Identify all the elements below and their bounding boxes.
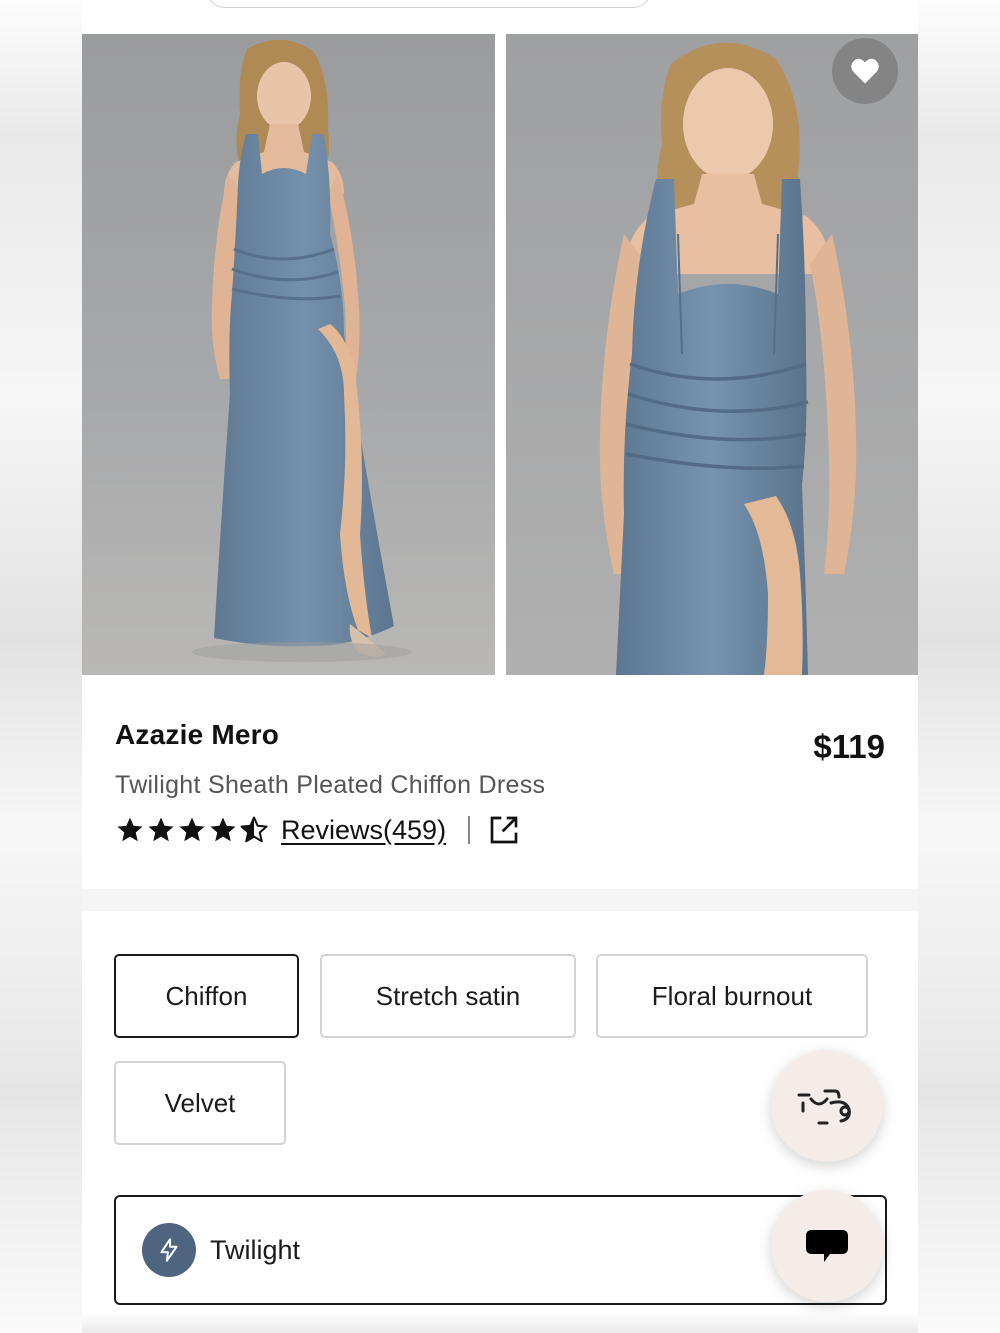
product-brand: Azazie Mero <box>115 719 280 750</box>
product-photo-full-length[interactable] <box>82 34 495 675</box>
product-price: $119 <box>813 728 885 765</box>
star-rating <box>115 815 269 845</box>
star-icon-full <box>117 817 143 842</box>
external-link-icon[interactable] <box>488 814 520 846</box>
product-name: Twilight Sheath Pleated Chiffon Dress <box>115 771 546 799</box>
product-photo-close-up[interactable] <box>506 34 918 675</box>
rating-row: Reviews(459) <box>115 813 520 847</box>
lightning-icon <box>156 1237 182 1263</box>
divider <box>468 816 471 844</box>
reviews-link[interactable]: Reviews(459) <box>281 815 446 846</box>
top-bar <box>82 0 918 34</box>
fabric-option-chiffon[interactable]: Chiffon <box>114 954 299 1038</box>
heart-icon <box>850 57 880 85</box>
chat-button[interactable] <box>771 1190 883 1302</box>
search-bar[interactable] <box>206 0 652 8</box>
fabric-option-velvet[interactable]: Velvet <box>114 1061 286 1145</box>
star-icon-full <box>148 817 174 842</box>
star-icon-full <box>179 817 205 842</box>
favorite-button[interactable] <box>832 38 898 104</box>
star-icon-full <box>210 817 236 842</box>
color-swatch <box>142 1223 196 1277</box>
fabric-option-stretch-satin[interactable]: Stretch satin <box>320 954 576 1038</box>
section-divider <box>82 889 918 911</box>
bag-icon <box>795 1081 859 1131</box>
product-info: Azazie Mero $119 Twilight Sheath Pleated… <box>82 675 918 889</box>
selected-color-label: Twilight <box>210 1235 301 1265</box>
bottom-edge <box>82 1311 918 1333</box>
chat-bubble-icon <box>804 1228 850 1264</box>
product-page: Azazie Mero $119 Twilight Sheath Pleated… <box>82 0 918 1333</box>
star-icon-half <box>240 816 268 843</box>
product-options: Chiffon Stretch satin Floral burnout Vel… <box>82 911 918 1333</box>
fabric-option-floral-burnout[interactable]: Floral burnout <box>596 954 868 1038</box>
quick-cart-button[interactable] <box>771 1050 883 1162</box>
